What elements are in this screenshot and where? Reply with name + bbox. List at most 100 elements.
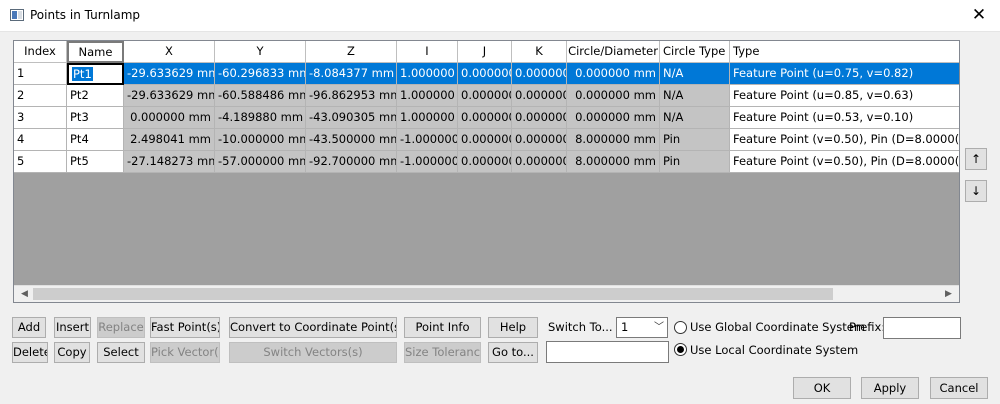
header-y[interactable]: Y [215,41,306,63]
header-name[interactable]: Name [67,41,124,63]
header-k[interactable]: K [512,41,567,63]
header-index[interactable]: Index [14,41,67,63]
ok-button[interactable]: OK [793,377,851,399]
insert-button[interactable]: Insert [54,317,91,338]
header-j[interactable]: J [458,41,512,63]
cell-circle-diameter[interactable]: 0.000000 mm [567,85,660,107]
cell-circle-type[interactable]: Pin [660,151,730,173]
cell-index[interactable]: 3 [14,107,67,129]
cell-j[interactable]: 0.000000 [458,129,512,151]
cell-i[interactable]: 1.000000 [397,107,458,129]
cell-k[interactable]: 0.000000 [512,129,567,151]
cell-j[interactable]: 0.000000 [458,63,512,85]
cell-circle-diameter[interactable]: 8.000000 mm [567,129,660,151]
switch-to-value: 1 [621,320,629,334]
cell-x[interactable]: 0.000000 mm [124,107,215,129]
cell-y[interactable]: -57.000000 mm [215,151,306,173]
go-to-button[interactable]: Go to... [488,342,538,363]
cell-x[interactable]: -29.633629 mm [124,63,215,85]
cell-j[interactable]: 0.000000 [458,107,512,129]
cell-y[interactable]: -10.000000 mm [215,129,306,151]
header-type[interactable]: Type [730,41,959,63]
header-circle-type[interactable]: Circle Type [660,41,730,63]
add-button[interactable]: Add [12,317,46,338]
cell-circle-type[interactable]: N/A [660,107,730,129]
cell-z[interactable]: -92.700000 mm [306,151,397,173]
cell-circle-type[interactable]: N/A [660,63,730,85]
cell-k[interactable]: 0.000000 [512,63,567,85]
scrollbar-thumb[interactable] [33,288,833,300]
cell-x[interactable]: 2.498041 mm [124,129,215,151]
cell-type[interactable]: Feature Point (u=0.85, v=0.63) [730,85,959,107]
scroll-left-icon[interactable]: ◀ [16,286,33,302]
cell-circle-type[interactable]: N/A [660,85,730,107]
window-title: Points in Turnlamp [30,8,141,22]
cell-i[interactable]: 1.000000 [397,63,458,85]
go-to-field[interactable] [546,341,669,363]
cell-name[interactable]: Pt4 [67,129,124,151]
points-table: ◀ ▶ Index Name X Y Z I J K Circle/Diameter Circle… [13,40,960,303]
cell-type[interactable]: Feature Point (v=0.50), Pin (D=8.0000(mm… [730,129,959,151]
size-tolerance-button[interactable]: Size Tolerance [404,342,481,363]
delete-button[interactable]: Delete [12,342,48,363]
cell-circle-diameter[interactable]: 0.000000 mm [567,63,660,85]
cell-i[interactable]: 1.000000 [397,85,458,107]
cell-y[interactable]: -4.189880 mm [215,107,306,129]
header-circle-diameter[interactable]: Circle/Diameter [567,41,660,63]
cancel-button[interactable]: Cancel [930,377,988,399]
cell-type[interactable]: Feature Point (v=0.50), Pin (D=8.0000(mm… [730,151,959,173]
cell-circle-diameter[interactable]: 8.000000 mm [567,151,660,173]
local-coordinate-radio[interactable] [674,343,687,356]
fast-points-button[interactable]: Fast Point(s) [150,317,220,338]
window-icon [10,9,24,21]
help-button[interactable]: Help [488,317,538,338]
header-z[interactable]: Z [306,41,397,63]
scroll-right-icon[interactable]: ▶ [940,286,957,302]
header-x[interactable]: X [124,41,215,63]
cell-k[interactable]: 0.000000 [512,85,567,107]
cell-z[interactable]: -43.090305 mm [306,107,397,129]
cell-name[interactable]: Pt1 [67,63,124,85]
cell-j[interactable]: 0.000000 [458,85,512,107]
header-i[interactable]: I [397,41,458,63]
cell-index[interactable]: 4 [14,129,67,151]
cell-circle-type[interactable]: Pin [660,129,730,151]
cell-z[interactable]: -43.500000 mm [306,129,397,151]
cell-index[interactable]: 2 [14,85,67,107]
cell-x[interactable]: -27.148273 mm [124,151,215,173]
pick-vectors-button[interactable]: Pick Vector(s) [150,342,220,363]
copy-button[interactable]: Copy [54,342,90,363]
convert-to-coordinate-points-button[interactable]: Convert to Coordinate Point(s) [229,317,397,338]
prefix-input[interactable] [883,317,961,339]
select-button[interactable]: Select [97,342,145,363]
switch-to-select[interactable]: 1 ﹀ [616,317,668,338]
point-info-button[interactable]: Point Info [404,317,481,338]
global-coordinate-radio[interactable] [674,321,687,334]
cell-y[interactable]: -60.296833 mm [215,63,306,85]
apply-button[interactable]: Apply [861,377,919,399]
close-icon[interactable]: ✕ [968,4,990,26]
cell-name[interactable]: Pt2 [67,85,124,107]
cell-circle-diameter[interactable]: 0.000000 mm [567,107,660,129]
prefix-label: Prefix: [849,320,886,334]
move-up-button[interactable]: ↑ [965,148,987,170]
cell-i[interactable]: -1.000000 [397,129,458,151]
horizontal-scrollbar[interactable]: ◀ ▶ [14,285,959,302]
switch-vectors-button[interactable]: Switch Vectors(s) [229,342,397,363]
move-down-button[interactable]: ↓ [965,180,987,202]
cell-type[interactable]: Feature Point (u=0.53, v=0.10) [730,107,959,129]
cell-y[interactable]: -60.588486 mm [215,85,306,107]
cell-i[interactable]: -1.000000 [397,151,458,173]
cell-type[interactable]: Feature Point (u=0.75, v=0.82) [730,63,959,85]
cell-name[interactable]: Pt5 [67,151,124,173]
cell-k[interactable]: 0.000000 [512,151,567,173]
cell-x[interactable]: -29.633629 mm [124,85,215,107]
replace-button[interactable]: Replace [97,317,145,338]
cell-index[interactable]: 5 [14,151,67,173]
cell-z[interactable]: -96.862953 mm [306,85,397,107]
cell-j[interactable]: 0.000000 [458,151,512,173]
cell-index[interactable]: 1 [14,63,67,85]
cell-z[interactable]: -8.084377 mm [306,63,397,85]
cell-name[interactable]: Pt3 [67,107,124,129]
cell-k[interactable]: 0.000000 [512,107,567,129]
